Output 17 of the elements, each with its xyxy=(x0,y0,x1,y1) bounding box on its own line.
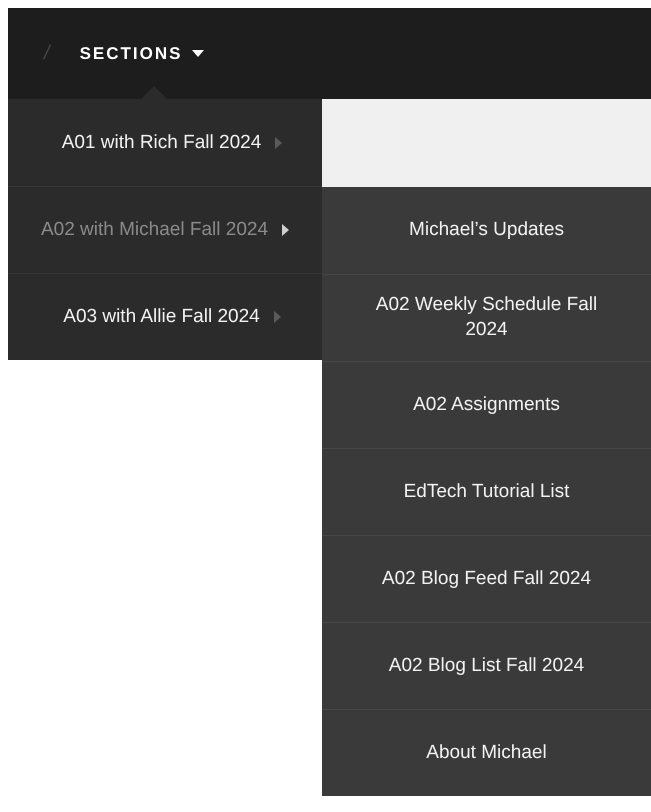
submenu-item[interactable]: Michael’s Updates xyxy=(322,187,651,274)
section-label: A03 with Allie Fall 2024 xyxy=(63,306,260,328)
submenu-item[interactable]: A02 Weekly Schedule Fall 2024 xyxy=(322,274,651,361)
submenu-item[interactable]: A02 Assignments xyxy=(322,361,651,448)
submenu-item[interactable]: A02 Blog Feed Fall 2024 xyxy=(322,535,651,622)
sections-menu-button[interactable]: SECTIONS xyxy=(80,44,204,64)
caret-right-icon xyxy=(274,311,281,323)
submenu-item[interactable]: EdTech Tutorial List xyxy=(322,448,651,535)
section-menu-item[interactable]: A01 with Rich Fall 2024 xyxy=(8,99,322,186)
caret-down-icon xyxy=(192,50,204,57)
section-label: A02 with Michael Fall 2024 xyxy=(40,219,268,241)
section-label: A01 with Rich Fall 2024 xyxy=(62,132,262,154)
submenu-item[interactable]: A02 Blog List Fall 2024 xyxy=(322,622,651,709)
caret-right-icon xyxy=(275,136,282,148)
breadcrumb-separator: / xyxy=(44,42,50,65)
submenu-item[interactable]: About Michael xyxy=(322,709,651,796)
caret-right-icon xyxy=(282,224,290,236)
